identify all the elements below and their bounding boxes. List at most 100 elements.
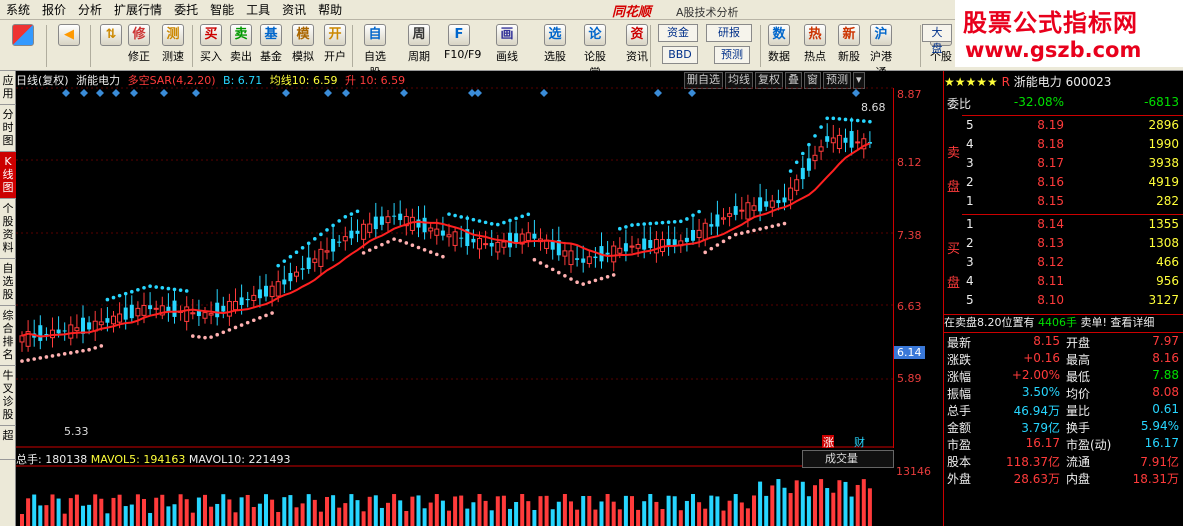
candle-body [50, 329, 55, 339]
sar-dot [160, 286, 165, 290]
toolbar-button-4[interactable]: 基基金 [256, 24, 286, 68]
volume-bar [526, 501, 531, 526]
toolbar-button-10[interactable]: 画画线 [492, 24, 522, 68]
left-tab-5[interactable]: 综合排名 [0, 306, 16, 366]
left-tab-2[interactable]: K线图 [0, 152, 16, 199]
volume-indicator-select[interactable]: 成交量 [802, 450, 894, 468]
left-tab-4[interactable]: 自选股 [0, 259, 16, 306]
toolbar-separator [650, 25, 651, 67]
candle-body [605, 252, 610, 255]
sar-dot [685, 217, 689, 221]
signal-diamond [342, 89, 350, 97]
menu-item-1[interactable]: 报价 [36, 0, 72, 20]
volume-bar [599, 501, 604, 526]
stat-row-cell: 市盈 [947, 438, 972, 452]
toolbar-button-12[interactable]: 论论股堂 [580, 24, 610, 79]
volume-bar [465, 508, 470, 526]
toolbar-small-1[interactable]: 研报 [706, 24, 752, 42]
toolbar-small-2[interactable]: BBD [662, 46, 698, 64]
app-subtitle: A股技术分析 [676, 6, 739, 19]
menu-item-6[interactable]: 工具 [240, 0, 276, 20]
left-tab-7[interactable]: 超 [0, 426, 16, 460]
menu-item-0[interactable]: 系统 [0, 0, 36, 20]
volume-bar [178, 494, 183, 526]
notice-row[interactable]: 在卖盘8.20位置有 4406手 卖单! 查看详细 [944, 314, 1183, 333]
toolbar-icon-8: 周 [408, 24, 430, 46]
sar-dot [282, 259, 287, 263]
sar-dot [660, 220, 665, 225]
sar-dot [203, 335, 207, 340]
bid-row: 2 8.13 1308 [944, 236, 1183, 255]
toolbar-button-17[interactable]: 沪沪港通 [866, 24, 896, 79]
toolbar-button-1[interactable]: 测测速 [158, 24, 188, 68]
menu-item-2[interactable]: 分析 [72, 0, 108, 20]
up-down-icon[interactable]: ⇅ [96, 24, 126, 68]
menu-item-5[interactable]: 智能 [204, 0, 240, 20]
candle-body [141, 304, 147, 316]
toolbar-button-8[interactable]: 周周期 [404, 24, 434, 68]
candle-body [764, 201, 769, 207]
grid-icon[interactable] [8, 24, 38, 68]
toolbar-small-0[interactable]: 资金 [658, 24, 698, 42]
high-label: 8.68 [861, 101, 886, 114]
left-tab-6[interactable]: 牛叉诊股 [0, 366, 16, 426]
marker-1[interactable]: 涨 [823, 436, 834, 449]
menu-item-4[interactable]: 委托 [168, 0, 204, 20]
toolbar-button-13[interactable]: 资资讯 [622, 24, 652, 68]
toolbar-button-5[interactable]: 模模拟 [288, 24, 318, 68]
sar-dot [819, 125, 823, 129]
candle-body [691, 230, 695, 241]
volume-bar [703, 508, 708, 526]
toolbar-button-16[interactable]: 新新股 [834, 24, 864, 68]
volume-bar [855, 484, 860, 526]
volume-bar [166, 506, 171, 526]
stat-row-cell: 18.31万 [1132, 472, 1179, 486]
toolbar-button-6[interactable]: 开开户 [320, 24, 350, 68]
toolbar-button-3[interactable]: 卖卖出 [226, 24, 256, 68]
left-tab-0[interactable]: 应用 [0, 71, 16, 105]
marker-2[interactable]: 财 [854, 435, 865, 449]
menu-item-3[interactable]: 扩展行情 [108, 0, 168, 20]
signal-diamond [130, 89, 138, 97]
candle-body [623, 243, 628, 252]
toolbar-button-2[interactable]: 买买入 [196, 24, 226, 68]
toolbar-small-3[interactable]: 预测 [714, 46, 750, 64]
sar-dot [465, 216, 470, 221]
candle-body [239, 297, 244, 305]
watermark-url: www.gszb.com [965, 38, 1142, 62]
toolbar-button-14[interactable]: 数数据 [764, 24, 794, 68]
toolbar-button-7[interactable]: 自自选股 [360, 24, 390, 79]
candle-body [586, 256, 592, 265]
menu-item-7[interactable]: 资讯 [276, 0, 312, 20]
toolbar-label-9: F10/F9 [444, 48, 482, 61]
toolbar-button-15[interactable]: 热热点 [800, 24, 830, 68]
quote-sep [944, 332, 1183, 333]
toolbar-small-4[interactable]: 大盘 [922, 24, 952, 55]
sar-dot [111, 295, 116, 300]
candle-body [153, 307, 159, 310]
menu-item-8[interactable]: 帮助 [312, 0, 348, 20]
toolbar-separator [920, 25, 921, 67]
chart-grid [16, 87, 893, 467]
ask-row-cell: 8.17 [1037, 156, 1064, 170]
signal-diamond [96, 89, 104, 97]
volume-bar [459, 495, 464, 526]
sar-dot [618, 226, 622, 231]
toolbar-button-11[interactable]: 选选股 [540, 24, 570, 68]
back-arrow-icon[interactable]: ◀ [54, 24, 84, 68]
volume-bar [81, 505, 85, 526]
sar-dot [300, 245, 305, 250]
toolbar-separator [760, 25, 761, 67]
stat-row-cell: 外盘 [947, 472, 972, 486]
toolbar-button-0[interactable]: 修修正 [124, 24, 154, 68]
left-tab-1[interactable]: 分时图 [0, 105, 16, 152]
toolbar-button-9[interactable]: F F10/F9 [444, 24, 482, 68]
volume-bar [672, 496, 677, 526]
notice-more-link[interactable]: 查看详细 [1110, 316, 1154, 329]
sar-dot [721, 239, 726, 244]
sar-dot [794, 160, 799, 165]
bid-row-cell: 1 [966, 217, 974, 231]
left-tab-3[interactable]: 个股资料 [0, 199, 16, 259]
candle-body [800, 167, 805, 180]
candle-body [135, 307, 141, 317]
